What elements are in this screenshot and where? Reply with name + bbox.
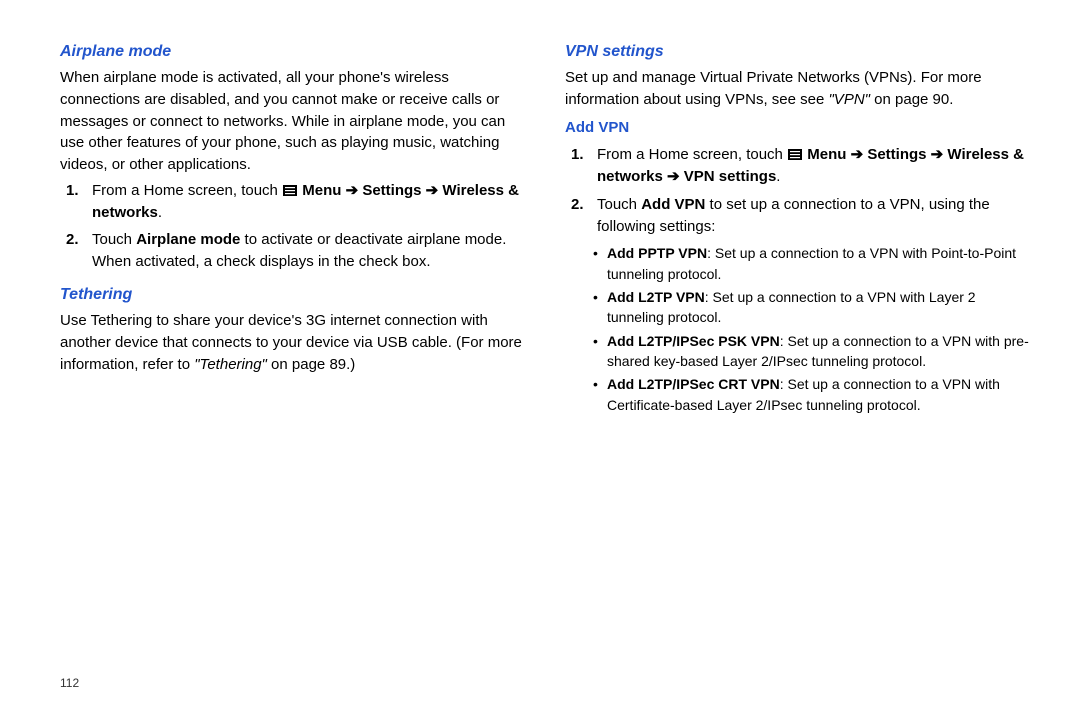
vpn-paragraph: Set up and manage Virtual Private Networ…	[565, 67, 1030, 111]
bullet-text: Add L2TP/IPSec CRT VPN: Set up a connect…	[607, 374, 1030, 415]
list-item: •Add PPTP VPN: Set up a connection to a …	[593, 243, 1030, 284]
vpn-step-1: 1. From a Home screen, touch Menu ➔ Sett…	[565, 144, 1030, 188]
airplane-paragraph: When airplane mode is activated, all you…	[60, 67, 525, 176]
list-item: •Add L2TP/IPSec CRT VPN: Set up a connec…	[593, 374, 1030, 415]
subheading-add-vpn: Add VPN	[565, 117, 1030, 139]
heading-vpn-settings: VPN settings	[565, 40, 1030, 63]
airplane-step-2: 2. Touch Airplane mode to activate or de…	[60, 229, 525, 273]
text-bold: Menu	[807, 146, 846, 163]
text-bold: Add VPN	[641, 196, 705, 213]
text: From a Home screen, touch	[92, 182, 282, 199]
arrow-icon: ➔	[927, 146, 948, 163]
bullet-text: Add L2TP VPN: Set up a connection to a V…	[607, 287, 1030, 328]
page-number: 112	[60, 676, 79, 690]
left-column: Airplane mode When airplane mode is acti…	[60, 40, 525, 700]
step-number: 1.	[60, 180, 92, 224]
menu-icon	[788, 149, 802, 160]
manual-page: Airplane mode When airplane mode is acti…	[0, 0, 1080, 720]
step-text: Touch Airplane mode to activate or deact…	[92, 229, 525, 273]
bullet-icon: •	[593, 331, 607, 372]
airplane-step-1: 1. From a Home screen, touch Menu ➔ Sett…	[60, 180, 525, 224]
step-number: 1.	[565, 144, 597, 188]
bullet-icon: •	[593, 374, 607, 415]
airplane-steps: 1. From a Home screen, touch Menu ➔ Sett…	[60, 180, 525, 273]
text: From a Home screen, touch	[597, 146, 787, 163]
bullet-text: Add L2TP/IPSec PSK VPN: Set up a connect…	[607, 331, 1030, 372]
step-number: 2.	[565, 194, 597, 238]
step-text: Touch Add VPN to set up a connection to …	[597, 194, 1030, 238]
bullet-icon: •	[593, 287, 607, 328]
text-bold: Add L2TP/IPSec CRT VPN	[607, 376, 780, 392]
arrow-icon: ➔	[846, 146, 867, 163]
text: .	[158, 204, 162, 221]
arrow-icon: ➔	[663, 168, 684, 185]
text-bold: VPN settings	[684, 168, 777, 185]
vpn-bullets: •Add PPTP VPN: Set up a connection to a …	[593, 243, 1030, 414]
step-text: From a Home screen, touch Menu ➔ Setting…	[597, 144, 1030, 188]
text-bold: Airplane mode	[136, 231, 240, 248]
list-item: •Add L2TP/IPSec PSK VPN: Set up a connec…	[593, 331, 1030, 372]
text: on page 89.)	[267, 356, 355, 373]
arrow-icon: ➔	[341, 182, 362, 199]
text: Touch	[597, 196, 641, 213]
list-item: •Add L2TP VPN: Set up a connection to a …	[593, 287, 1030, 328]
text: on page 90.	[870, 91, 953, 108]
text-bold: Add L2TP/IPSec PSK VPN	[607, 333, 780, 349]
step-number: 2.	[60, 229, 92, 273]
tethering-paragraph: Use Tethering to share your device's 3G …	[60, 310, 525, 375]
arrow-icon: ➔	[422, 182, 443, 199]
text-bold: Settings	[867, 146, 926, 163]
text-bold: Menu	[302, 182, 341, 199]
right-column: VPN settings Set up and manage Virtual P…	[565, 40, 1030, 700]
text-bold: Add PPTP VPN	[607, 245, 707, 261]
text: .	[776, 168, 780, 185]
menu-icon	[283, 185, 297, 196]
text: Touch	[92, 231, 136, 248]
heading-tethering: Tethering	[60, 283, 525, 306]
vpn-step-2: 2. Touch Add VPN to set up a connection …	[565, 194, 1030, 238]
heading-airplane-mode: Airplane mode	[60, 40, 525, 63]
text-bold: Add L2TP VPN	[607, 289, 705, 305]
bullet-icon: •	[593, 243, 607, 284]
step-text: From a Home screen, touch Menu ➔ Setting…	[92, 180, 525, 224]
text-bold: Settings	[362, 182, 421, 199]
text-italic: "VPN"	[828, 91, 870, 108]
text-italic: "Tethering"	[194, 356, 267, 373]
vpn-steps: 1. From a Home screen, touch Menu ➔ Sett…	[565, 144, 1030, 237]
bullet-text: Add PPTP VPN: Set up a connection to a V…	[607, 243, 1030, 284]
